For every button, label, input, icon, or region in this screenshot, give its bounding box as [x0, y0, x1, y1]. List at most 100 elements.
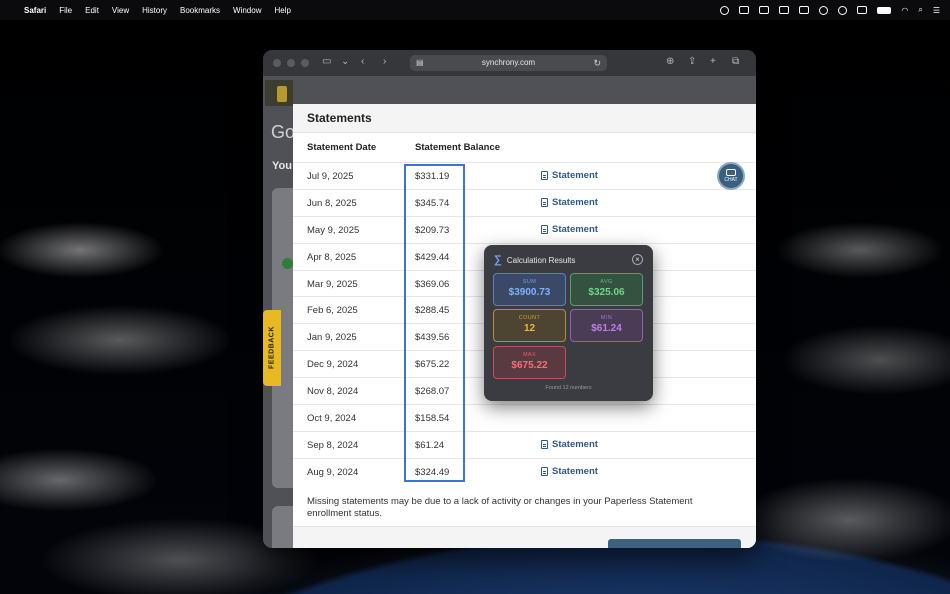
table-row: Oct 9, 2024 $158.54	[293, 404, 756, 431]
tab-overview-icon[interactable]: ⧉	[732, 56, 739, 67]
statement-balance: $675.22	[415, 359, 450, 371]
control-center-icon[interactable]: ☰	[933, 6, 940, 15]
menu-edit[interactable]: Edit	[85, 6, 99, 15]
new-tab-icon[interactable]: +	[710, 56, 716, 67]
statement-link[interactable]: Statement	[541, 197, 598, 208]
forward-icon[interactable]: ›	[383, 56, 386, 67]
site-logo	[265, 80, 293, 106]
address-bar[interactable]: ▤ synchrony.com ↻	[410, 55, 607, 71]
status-icon[interactable]	[779, 6, 790, 14]
statement-balance: $288.45	[415, 305, 450, 317]
document-icon	[541, 197, 548, 207]
statement-date: Mar 9, 2025	[307, 278, 358, 290]
play-icon[interactable]	[838, 5, 848, 15]
min-label: MIN	[600, 315, 613, 321]
avg-tile: AVG $325.06	[570, 273, 643, 306]
minimize-window-button[interactable]	[287, 59, 295, 67]
statement-date: Feb 6, 2025	[307, 305, 358, 317]
site-settings-icon[interactable]: ▤	[416, 55, 424, 71]
url-text: synchrony.com	[481, 58, 536, 67]
statement-date: Jul 9, 2025	[307, 171, 354, 182]
statement-date: Apr 8, 2025	[307, 251, 357, 263]
sum-label: SUM	[522, 279, 537, 285]
menu-help[interactable]: Help	[274, 6, 290, 15]
calc-title-text: Calculation Results	[506, 255, 576, 265]
menu-bookmarks[interactable]: Bookmarks	[180, 6, 220, 15]
statement-balance: $209.73	[415, 224, 450, 236]
table-row: Sep 8, 2024 $61.24 Statement	[293, 430, 756, 458]
statement-date: Nov 8, 2024	[307, 386, 359, 398]
statement-date: May 9, 2025	[307, 224, 360, 236]
search-icon[interactable]: ⌕	[918, 5, 922, 15]
chevron-down-icon[interactable]: ⌄	[341, 56, 349, 67]
count-tile: COUNT 12	[493, 309, 566, 342]
menu-history[interactable]: History	[142, 6, 167, 15]
statement-balance: $369.06	[415, 278, 450, 290]
sum-tile: SUM $3900.73	[493, 273, 566, 306]
menu-bar: Safari File Edit View History Bookmarks …	[0, 0, 950, 20]
statement-balance: $439.56	[415, 332, 450, 344]
close-button[interactable]: CLOSE	[608, 539, 741, 548]
wifi-icon[interactable]: ◠	[901, 6, 908, 15]
close-window-button[interactable]	[273, 59, 281, 67]
status-icon[interactable]	[799, 6, 810, 14]
status-icon[interactable]	[857, 6, 868, 14]
menu-view[interactable]: View	[112, 6, 129, 15]
table-row: Jul 9, 2025 $331.19 Statement	[293, 162, 756, 189]
feedback-tab[interactable]: FEEDBACK	[263, 310, 281, 386]
statement-balance: $268.07	[415, 386, 450, 398]
check-icon	[282, 258, 293, 269]
status-icon[interactable]	[819, 5, 829, 15]
status-icon[interactable]	[759, 6, 770, 14]
statement-link-label: Statement	[552, 170, 598, 181]
statement-date: Sep 8, 2024	[307, 439, 359, 451]
statement-link[interactable]: Statement	[541, 224, 598, 235]
back-icon[interactable]: ‹	[361, 56, 364, 67]
table-row: Jun 8, 2025 $345.74 Statement	[293, 188, 756, 216]
avg-label: AVG	[600, 279, 613, 285]
document-icon	[541, 224, 548, 234]
status-area: ◠ ⌕ ☰	[720, 0, 940, 20]
battery-icon[interactable]	[877, 6, 892, 14]
zoom-window-button[interactable]	[301, 59, 309, 67]
reload-icon[interactable]: ↻	[593, 55, 601, 71]
document-icon	[541, 466, 548, 476]
statement-link[interactable]: Statement	[541, 170, 598, 181]
statement-balance: $429.44	[415, 251, 450, 263]
statement-link-label: Statement	[552, 196, 598, 208]
chat-button[interactable]: CHAT	[717, 162, 745, 190]
calc-footer: Found 12 numbers	[545, 385, 592, 391]
window-controls	[273, 59, 309, 67]
avg-value: $325.06	[588, 287, 625, 298]
share-icon[interactable]: ⇪	[688, 56, 696, 67]
table-row: Aug 9, 2024 $324.49 Statement	[293, 457, 756, 485]
statement-balance: $61.24	[415, 439, 445, 451]
count-label: COUNT	[518, 315, 541, 321]
modal-title: Statements	[293, 104, 756, 133]
max-value: $675.22	[511, 360, 548, 371]
status-icon[interactable]	[720, 5, 730, 15]
statement-date: Oct 9, 2024	[307, 413, 357, 425]
sidebar-icon[interactable]: ▭	[322, 56, 331, 67]
statement-link-label: Statement	[552, 223, 598, 235]
statement-balance: $324.49	[415, 466, 450, 478]
statement-balance: $158.54	[415, 413, 450, 425]
calculation-results-popup: ∑ Calculation Results × SUM $3900.73 AVG…	[484, 245, 653, 401]
document-icon	[541, 171, 548, 180]
close-icon[interactable]: ×	[632, 254, 643, 265]
table-row: May 9, 2025 $209.73 Statement	[293, 215, 756, 243]
statement-link[interactable]: Statement	[541, 439, 598, 450]
statement-date: Dec 9, 2024	[307, 359, 359, 371]
statement-link[interactable]: Statement	[541, 466, 598, 477]
max-label: MAX	[522, 352, 537, 358]
menu-app-name[interactable]: Safari	[24, 6, 46, 15]
statement-link-label: Statement	[552, 465, 598, 477]
menu-window[interactable]: Window	[233, 6, 261, 15]
statement-date: Aug 9, 2024	[307, 466, 359, 478]
menu-file[interactable]: File	[59, 6, 72, 15]
downloads-icon[interactable]: ⊕	[666, 56, 674, 67]
missing-statements-note: Missing statements may be due to a lack …	[307, 496, 693, 519]
page-subheading: You	[272, 160, 292, 172]
chat-label: CHAT	[724, 177, 738, 183]
status-icon[interactable]	[739, 6, 750, 14]
